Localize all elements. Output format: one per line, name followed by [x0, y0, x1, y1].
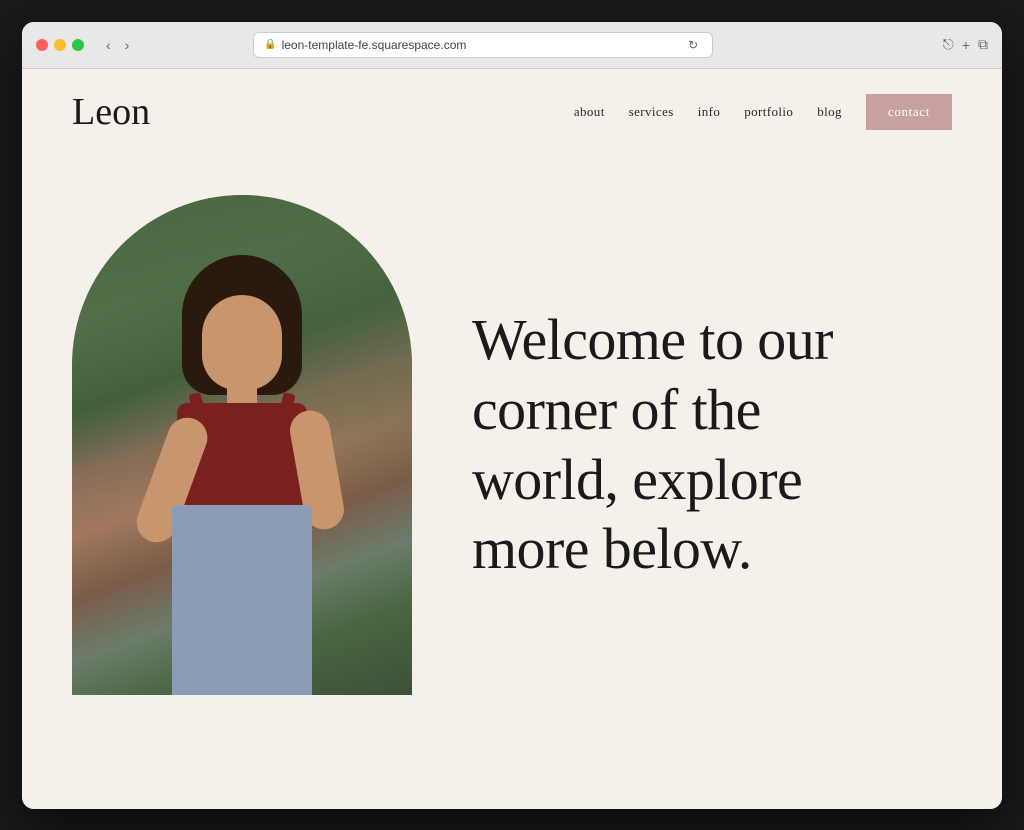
share-button[interactable]: ⎋ — [943, 36, 954, 53]
lock-icon: 🔒 — [264, 39, 276, 50]
nav-link-about[interactable]: about — [574, 104, 605, 120]
site-content: Leon about services info portfolio blog … — [22, 69, 1002, 809]
maximize-button[interactable] — [72, 39, 84, 51]
url-text: leon-template-fe.squarespace.com — [282, 38, 467, 52]
site-nav: Leon about services info portfolio blog … — [22, 69, 1002, 155]
jeans — [172, 505, 312, 695]
hero-heading: Welcome to our corner of the world, expl… — [472, 305, 952, 583]
hero-image — [72, 195, 412, 695]
hero-heading-line2: corner of the — [472, 377, 761, 442]
nav-link-services[interactable]: services — [629, 104, 674, 120]
arch-frame — [72, 195, 412, 695]
browser-controls: ‹ › — [102, 35, 133, 55]
close-button[interactable] — [36, 39, 48, 51]
hero-section: Welcome to our corner of the world, expl… — [22, 155, 1002, 775]
hero-heading-line4: more below. — [472, 516, 752, 581]
hero-heading-line1: Welcome to our — [472, 307, 833, 372]
traffic-lights — [36, 39, 84, 51]
address-bar[interactable]: 🔒 leon-template-fe.squarespace.com ↻ — [253, 32, 713, 58]
hero-text: Welcome to our corner of the world, expl… — [472, 305, 952, 583]
site-logo[interactable]: Leon — [72, 93, 150, 131]
back-button[interactable]: ‹ — [102, 35, 115, 55]
refresh-button[interactable]: ↻ — [684, 36, 702, 54]
arch-image-container — [72, 195, 412, 695]
duplicate-button[interactable]: ⧉ — [978, 36, 988, 53]
nav-links: about services info portfolio blog conta… — [574, 94, 952, 130]
hero-heading-line3: world, explore — [472, 447, 802, 512]
nav-link-portfolio[interactable]: portfolio — [744, 104, 793, 120]
minimize-button[interactable] — [54, 39, 66, 51]
face — [202, 295, 282, 390]
nav-link-info[interactable]: info — [698, 104, 721, 120]
forward-button[interactable]: › — [121, 35, 134, 55]
browser-window: ‹ › 🔒 leon-template-fe.squarespace.com ↻… — [22, 22, 1002, 809]
new-tab-button[interactable]: + — [962, 36, 970, 53]
contact-button[interactable]: contact — [866, 94, 952, 130]
browser-chrome: ‹ › 🔒 leon-template-fe.squarespace.com ↻… — [22, 22, 1002, 69]
person-figure — [112, 235, 372, 695]
browser-actions: ⎋ + ⧉ — [943, 36, 988, 53]
nav-link-blog[interactable]: blog — [817, 104, 842, 120]
